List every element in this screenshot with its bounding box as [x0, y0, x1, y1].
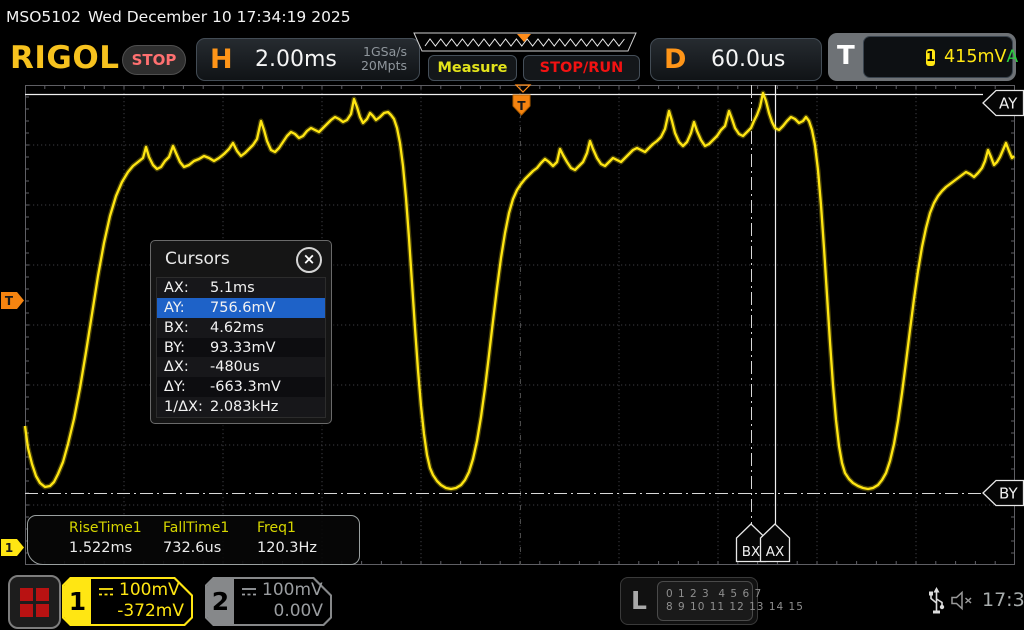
channel-1-scale: 100mV	[119, 580, 180, 600]
channel-1-offset: -372mV	[117, 601, 184, 621]
cursor-readout-label: ΔY:	[164, 379, 210, 395]
cursor-readout-value: -480us	[210, 359, 260, 375]
svg-text:1: 1	[5, 541, 13, 555]
channel-1-number: 1	[64, 579, 91, 624]
cursor-readout-label: AY:	[164, 300, 210, 316]
cursor-readout-list: AX:5.1msAY:756.6mVBX:4.62msBY:93.33mVΔX:…	[156, 277, 326, 418]
cursors-dialog[interactable]: Cursors × AX:5.1msAY:756.6mVBX:4.62msBY:…	[150, 240, 332, 424]
cursor-readout-value: 4.62ms	[210, 320, 264, 336]
channel-2-number: 2	[207, 579, 234, 624]
cursor-readout-value: 756.6mV	[210, 300, 276, 316]
logic-channel-numbers: 0 1 2 3 4 5 6 7 8 9 10 11 12 13 14 15	[657, 581, 753, 621]
cursor-readout-label: BX:	[164, 320, 210, 336]
menu-grid-icon	[19, 586, 51, 618]
logic-label: L	[631, 586, 647, 615]
cursor-readout-value: 93.33mV	[210, 340, 276, 356]
cursor-readout-row[interactable]: BY:93.33mV	[157, 338, 325, 358]
measurements-panel[interactable]: RiseTime1 1.522ms FallTime1 732.6us Freq1 120…	[27, 515, 360, 565]
cursor-readout-label: BY:	[164, 340, 210, 356]
oscilloscope-screen: { "titlebar": {"model": "MSO5102", "date…	[0, 0, 1024, 630]
cursor-readout-label: 1/ΔX:	[164, 399, 210, 415]
cursor-readout-row[interactable]: BX:4.62ms	[157, 318, 325, 338]
close-icon[interactable]: ×	[296, 247, 322, 273]
cursor-readout-label: ΔX:	[164, 359, 210, 375]
svg-text:BX: BX	[742, 544, 761, 560]
channel-2-scale: 100mV	[262, 580, 323, 600]
measurement-label: RiseTime1	[69, 520, 142, 536]
usb-icon	[928, 587, 945, 617]
cursor-readout-row[interactable]: 1/ΔX:2.083kHz	[157, 397, 325, 417]
menu-grid-button[interactable]	[8, 575, 61, 629]
channel-2-tab[interactable]: 2 100mV 0.00V	[205, 577, 332, 626]
measurement-label: Freq1	[257, 520, 296, 536]
logic-channels-tab[interactable]: L 0 1 2 3 4 5 6 7 8 9 10 11 12 13 14 15	[620, 577, 758, 625]
cursor-readout-value: 2.083kHz	[210, 399, 278, 415]
cursor-readout-row[interactable]: AY:756.6mV	[157, 298, 325, 318]
cursors-dialog-title: Cursors	[165, 249, 230, 269]
trigger-position-arrow-icon	[516, 85, 530, 92]
cursor-readout-row[interactable]: ΔY:-663.3mV	[157, 377, 325, 397]
svg-text:AY: AY	[999, 95, 1018, 113]
cursor-readout-value: -663.3mV	[210, 379, 281, 395]
measurement-label: FallTime1	[163, 520, 229, 536]
channel-2-offset: 0.00V	[274, 601, 323, 621]
svg-text:T: T	[5, 294, 14, 308]
clock-text: 17:33	[982, 589, 1024, 611]
dc-coupling-icon	[241, 586, 258, 598]
cursor-readout-value: 5.1ms	[210, 280, 255, 296]
cursor-readout-label: AX:	[164, 280, 210, 296]
dc-coupling-icon	[98, 586, 115, 598]
svg-text:T: T	[517, 99, 526, 113]
measurement-value: 732.6us	[163, 540, 221, 556]
measurement-value: 1.522ms	[69, 540, 132, 556]
svg-text:BY: BY	[999, 485, 1018, 503]
svg-text:AX: AX	[766, 544, 784, 560]
measurement-value: 120.3Hz	[257, 540, 317, 556]
channel-1-tab[interactable]: 1 100mV -372mV	[62, 577, 193, 626]
cursor-readout-row[interactable]: ΔX:-480us	[157, 357, 325, 377]
speaker-muted-icon	[950, 590, 974, 611]
cursor-readout-row[interactable]: AX:5.1ms	[157, 278, 325, 298]
